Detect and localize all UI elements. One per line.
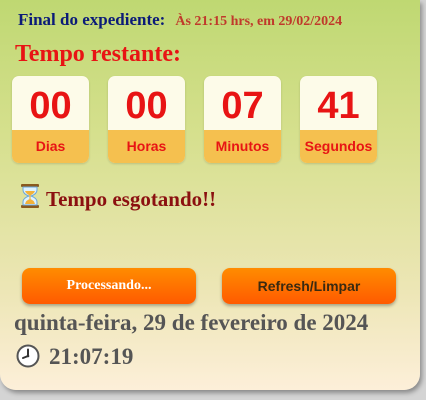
end-of-shift-value: Às 21:15 hrs, em 29/02/2024 — [175, 14, 343, 29]
current-time: 21:07:19 — [49, 344, 134, 369]
current-time-line: 21:07:19 — [16, 344, 133, 373]
days-value: 00 — [29, 85, 72, 127]
processing-button[interactable]: Processando... — [22, 268, 196, 304]
end-of-shift-label: Final do expediente: — [18, 10, 166, 29]
countdown-days: 00 Dias — [12, 76, 89, 163]
hours-label: Horas — [108, 130, 185, 163]
countdown-minutes: 07 Minutos — [204, 76, 281, 163]
hourglass-icon — [20, 184, 42, 213]
clock-icon — [16, 344, 42, 373]
current-date: quinta-feira, 29 de fevereiro de 2024 — [14, 310, 369, 335]
time-remaining-title: Tempo restante: — [15, 41, 181, 67]
minutes-value: 07 — [221, 85, 264, 127]
hours-value: 00 — [125, 85, 168, 127]
end-of-shift-line: Final do expediente: Às 21:15 hrs, em 29… — [18, 10, 342, 30]
refresh-clear-button[interactable]: Refresh/Limpar — [222, 268, 396, 304]
minutes-label: Minutos — [204, 130, 281, 163]
countdown-hours: 00 Horas — [108, 76, 185, 163]
countdown-seconds: 41 Segundos — [300, 76, 377, 163]
status-message: Tempo esgotando!! — [20, 184, 216, 213]
countdown-card: Final do expediente: Às 21:15 hrs, em 29… — [0, 0, 420, 390]
seconds-value: 41 — [317, 85, 360, 127]
status-text: Tempo esgotando!! — [46, 187, 217, 211]
days-label: Dias — [12, 130, 89, 163]
seconds-label: Segundos — [300, 130, 377, 163]
